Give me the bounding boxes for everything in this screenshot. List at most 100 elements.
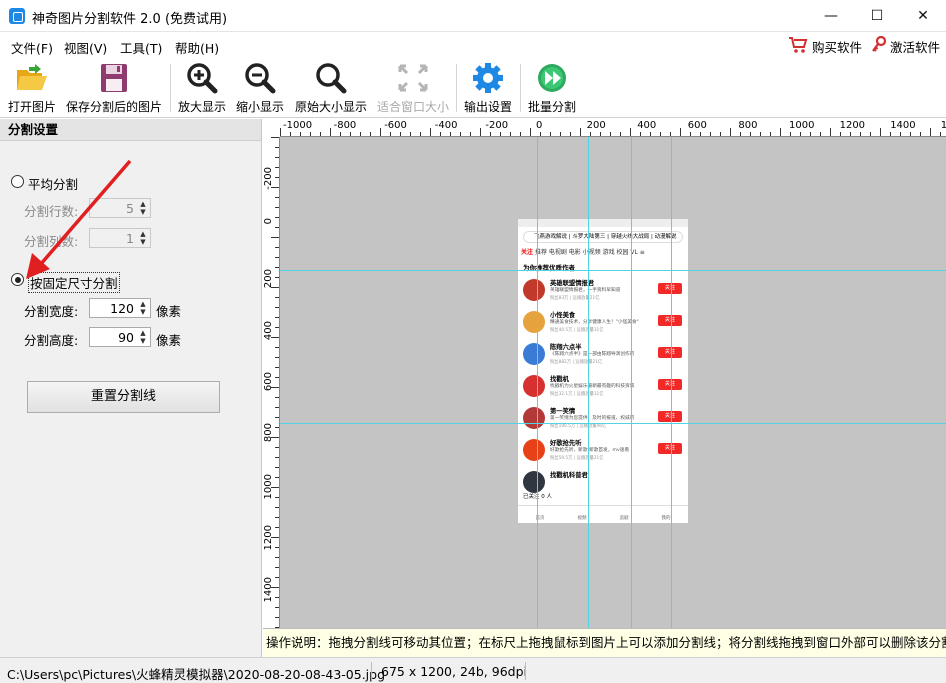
- author-desc: 《陈翔六点半》是一部由陈翔导演创作的: [550, 352, 635, 357]
- ruler-tick-label: -400: [434, 120, 458, 131]
- phone-nav-item: 首页: [535, 516, 545, 521]
- menu-help[interactable]: 帮助(H): [175, 38, 219, 57]
- vertical-split-line[interactable]: [671, 137, 672, 657]
- phone-author-list: 英雄联盟情报君 英雄联盟情报君，一手资料早知道 粉丝83万 | 远播放量21亿 关注小…: [518, 275, 688, 499]
- phone-bottom-nav: 首页 视频 追剧 我的: [518, 505, 688, 523]
- vertical-split-line[interactable]: [588, 137, 589, 657]
- original-size-button[interactable]: 原始大小显示: [292, 62, 370, 116]
- ruler-tick: [271, 587, 279, 588]
- fit-window-button[interactable]: 适合窗口大小: [374, 62, 452, 116]
- cart-icon: [788, 36, 808, 57]
- ruler-tick: [275, 247, 279, 248]
- vertical-split-line[interactable]: [631, 137, 632, 657]
- ruler-tick-label: 1000: [789, 120, 815, 131]
- ruler-tick: [275, 607, 279, 608]
- author-desc: 好歌抢先听，新歌·新歌首发，mv速看: [550, 448, 630, 453]
- activate-software-link[interactable]: 激活软件: [890, 37, 940, 56]
- fit-window-label: 适合窗口大小: [376, 100, 449, 114]
- ruler-tick: [540, 132, 541, 136]
- ruler-tick: [275, 207, 279, 208]
- horizontal-split-line[interactable]: [280, 270, 946, 271]
- output-settings-button[interactable]: 输出设置: [461, 62, 515, 116]
- ruler-tick: [680, 128, 681, 136]
- author-name: 小怪美食: [550, 312, 576, 319]
- author-name: 第一笑情: [550, 408, 576, 415]
- stepper-arrows-icon[interactable]: ▲ ▼: [137, 329, 149, 345]
- ruler-tick: [275, 457, 279, 458]
- stepper-arrows-icon[interactable]: ▲ ▼: [137, 300, 149, 316]
- avatar: [523, 407, 545, 429]
- ruler-tick: [271, 487, 279, 488]
- phone-section-title: 为你推荐优质作者: [523, 264, 575, 272]
- save-split-images-label: 保存分割后的图片: [65, 100, 162, 114]
- ruler-tick: [275, 267, 279, 268]
- vertical-ruler[interactable]: -200 0 200 400 600 800 1000 1200 1400: [263, 137, 280, 657]
- horizontal-split-line[interactable]: [280, 423, 946, 424]
- stepper-arrows-icon[interactable]: ▲ ▼: [137, 200, 149, 216]
- ruler-tick: [670, 132, 671, 136]
- gear-icon: [461, 62, 515, 94]
- ruler-tick: [900, 132, 901, 136]
- ruler-tick: [480, 128, 481, 136]
- phone-author-row: 英雄联盟情报君 英雄联盟情报君，一手资料早知道 粉丝83万 | 远播放量21亿 关注: [518, 275, 688, 307]
- ruler-tick: [275, 547, 279, 548]
- height-label: 分割高度:: [24, 333, 79, 348]
- toolbar-separator: [170, 64, 171, 112]
- ruler-tick: [750, 132, 751, 136]
- phone-tab-rest: 推荐 电视剧 电影 小视频 游戏 校园 VL ≡: [534, 249, 645, 256]
- ruler-tick: [650, 132, 651, 136]
- panel-title: 分割设置: [0, 119, 261, 141]
- width-stepper[interactable]: 120 ▲ ▼: [89, 298, 151, 318]
- ruler-tick: [560, 132, 561, 136]
- ruler-tick: [400, 132, 401, 136]
- ruler-tick: [275, 227, 279, 228]
- toolbar-separator: [456, 64, 457, 112]
- menu-view[interactable]: 视图(V): [64, 38, 107, 57]
- follow-button: 关注: [658, 379, 682, 390]
- phone-tab-active: 关注: [521, 249, 534, 256]
- zoom-in-label: 放大显示: [177, 100, 226, 114]
- ruler-tick: [275, 327, 279, 328]
- ruler-tick: [550, 132, 551, 136]
- save-split-images-button[interactable]: 保存分割后的图片: [64, 62, 164, 116]
- reset-split-lines-button[interactable]: 重置分割线: [27, 381, 220, 413]
- ruler-tick-label: 1200: [839, 120, 866, 131]
- image-canvas[interactable]: -1000 -800 -600 -400 -200 0 200 400 600 800 1000 12…: [263, 119, 946, 657]
- zoom-in-button[interactable]: 放大显示: [175, 62, 229, 116]
- ruler-tick: [780, 128, 781, 136]
- menu-file[interactable]: 文件(F): [11, 38, 53, 57]
- stepper-arrows-icon[interactable]: ▲ ▼: [137, 230, 149, 246]
- ruler-tick: [800, 132, 801, 136]
- ruler-tick: [275, 167, 279, 168]
- zoom-in-icon: [175, 62, 229, 94]
- ruler-tick: [940, 132, 941, 136]
- status-separator: [371, 662, 372, 680]
- batch-split-button[interactable]: 批量分割: [525, 62, 579, 116]
- fast-forward-icon: [525, 62, 579, 94]
- follow-button: 关注: [658, 315, 682, 326]
- ruler-tick: [275, 577, 279, 578]
- minimize-button[interactable]: —: [808, 0, 854, 32]
- ruler-tick: [880, 128, 881, 136]
- maximize-button[interactable]: ☐: [854, 0, 900, 32]
- ruler-tick: [275, 497, 279, 498]
- ruler-tick: [300, 132, 301, 136]
- close-button[interactable]: ✕: [900, 0, 946, 32]
- ruler-tick: [275, 357, 279, 358]
- toolbar-separator: [520, 64, 521, 112]
- height-stepper[interactable]: 90 ▲ ▼: [89, 327, 151, 347]
- author-desc: 英雄联盟情报君，一手资料早知道: [550, 288, 621, 293]
- ruler-tick: [470, 132, 471, 136]
- ruler-tick: [275, 307, 279, 308]
- status-bar: C:\Users\pc\Pictures\火蜂精灵模拟器\2020-08-20-…: [0, 657, 946, 683]
- buy-software-link[interactable]: 购买软件: [812, 37, 862, 56]
- horizontal-ruler[interactable]: -1000 -800 -600 -400 -200 0 200 400 600 800 1000 12…: [280, 119, 946, 137]
- author-meta: 粉丝83万 | 远播放量21亿: [550, 296, 600, 301]
- floppy-disk-icon: [64, 62, 164, 94]
- vertical-split-line[interactable]: [537, 137, 538, 657]
- ruler-tick: [420, 132, 421, 136]
- zoom-out-button[interactable]: 缩小显示: [233, 62, 287, 116]
- height-value: 90: [118, 330, 134, 345]
- menu-tools[interactable]: 工具(T): [120, 38, 162, 57]
- open-image-button[interactable]: 打开图片: [6, 62, 58, 116]
